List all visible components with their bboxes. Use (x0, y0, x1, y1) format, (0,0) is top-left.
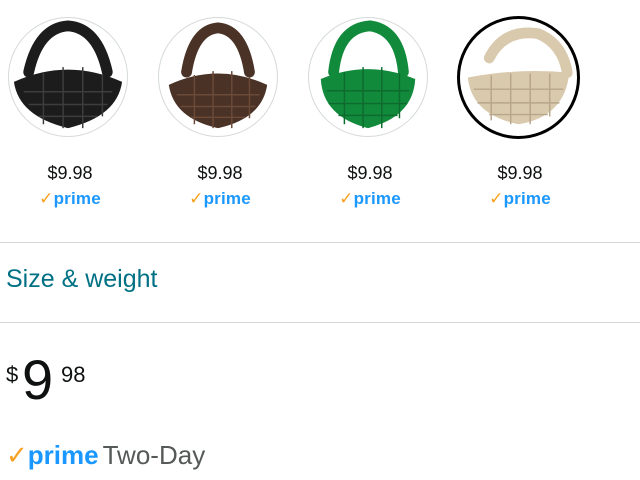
divider (0, 242, 640, 243)
prime-check-icon: ✓ (39, 189, 54, 208)
color-swatch-black[interactable]: $9.98 ✓prime (0, 0, 140, 230)
swatch-price: $9.98 (197, 163, 243, 183)
prime-check-icon: ✓ (489, 189, 504, 208)
bag-image-beige (457, 16, 580, 139)
prime-badge-label: prime (203, 189, 251, 208)
size-weight-link[interactable]: Size & weight (6, 265, 157, 294)
prime-badge-label: prime (503, 189, 551, 208)
swatch-price: $9.98 (497, 163, 543, 183)
prime-check-icon: ✓ (6, 440, 28, 470)
bag-beige-icon (467, 27, 573, 125)
color-swatch-green[interactable]: $9.98 ✓prime (300, 0, 440, 230)
delivery-speed-label: Two-Day (102, 440, 206, 470)
bag-image-black (8, 17, 128, 137)
prime-badge: ✓prime (450, 189, 590, 209)
bag-black-icon (13, 20, 123, 129)
swatch-price: $9.98 (347, 163, 393, 183)
bag-brown-icon (168, 22, 268, 129)
color-swatch-list: $9.98 ✓prime $9.98 ✓prime $9.98 ✓prime $… (0, 0, 640, 240)
prime-check-icon: ✓ (339, 189, 354, 208)
prime-two-day-delivery: ✓prime Two-Day (6, 440, 205, 471)
prime-logo-text: prime (27, 440, 99, 470)
divider (0, 322, 640, 323)
bag-image-green (308, 17, 428, 137)
prime-check-icon: ✓ (189, 189, 204, 208)
bag-image-brown (158, 17, 278, 137)
prime-badge-label: prime (53, 189, 101, 208)
price-whole: 9 (22, 348, 54, 411)
price-fraction: 98 (61, 362, 86, 387)
prime-badge-label: prime (353, 189, 401, 208)
swatch-price: $9.98 (47, 163, 93, 183)
color-swatch-brown[interactable]: $9.98 ✓prime (150, 0, 290, 230)
prime-badge: ✓prime (0, 189, 140, 209)
color-swatch-beige[interactable]: $9.98 ✓prime (450, 0, 590, 230)
prime-badge: ✓prime (300, 189, 440, 209)
prime-badge: ✓prime (150, 189, 290, 209)
bag-green-icon (320, 20, 416, 129)
price-currency-symbol: $ (6, 362, 19, 387)
